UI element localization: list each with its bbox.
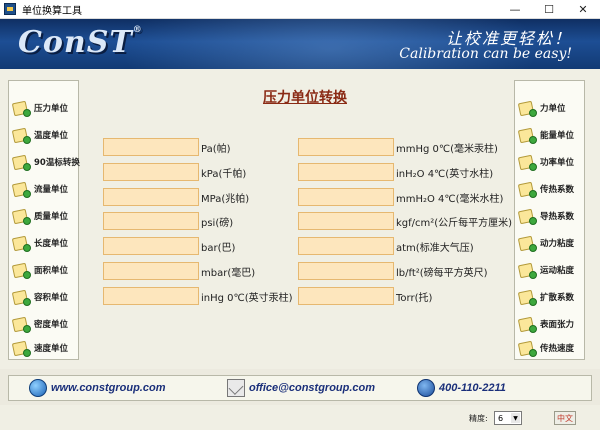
unit-category-icon <box>11 207 31 226</box>
email-link[interactable]: office@constgroup.com <box>227 379 375 397</box>
menu-force-units[interactable]: 力单位 <box>517 95 582 121</box>
unit-row-mmhg: mmHg 0℃(毫米汞柱) <box>298 138 498 156</box>
unit-category-icon <box>517 315 537 334</box>
unit-row-bar: bar(巴) <box>103 237 235 255</box>
menu-flow-units[interactable]: 流量单位 <box>11 176 76 202</box>
website-link[interactable]: www.constgroup.com <box>29 379 166 397</box>
menu-mass-units[interactable]: 质量单位 <box>11 203 76 229</box>
menu-speed-units[interactable]: 速度单位 <box>11 335 76 361</box>
status-bar: 精度: 6 ▼ 中文 <box>0 405 600 430</box>
unit-row-inh2o: inH₂O 4℃(英寸水柱) <box>298 163 493 181</box>
unit-category-icon <box>517 339 537 358</box>
maximize-button[interactable]: ☐ <box>532 0 566 19</box>
torr-input[interactable] <box>298 287 394 305</box>
mpa-input[interactable] <box>103 188 199 206</box>
right-unit-menu: 力单位 能量单位 功率单位 传热系数 导热系数 动力粘度 运动粘度 扩散系数 表… <box>514 80 585 360</box>
unit-row-inhg: inHg 0℃(英寸汞柱) <box>103 287 293 305</box>
unit-category-icon <box>517 288 537 307</box>
bar-input[interactable] <box>103 237 199 255</box>
menu-area-units[interactable]: 面积单位 <box>11 257 76 283</box>
unit-category-icon <box>11 99 31 118</box>
inhg-input[interactable] <box>103 287 199 305</box>
menu-dynamic-viscosity[interactable]: 动力粘度 <box>517 230 582 256</box>
unit-category-icon <box>11 180 31 199</box>
header-banner: ConST® 让校准更轻松！ Calibration can be easy! <box>0 19 600 69</box>
language-button[interactable]: 中文 <box>554 411 576 425</box>
menu-thermal-conductivity[interactable]: 导热系数 <box>517 203 582 229</box>
inh2o-input[interactable] <box>298 163 394 181</box>
lbft2-input[interactable] <box>298 262 394 280</box>
mmhg-input[interactable] <box>298 138 394 156</box>
slogan-english: Calibration can be easy! <box>399 46 572 62</box>
mmh2o-input[interactable] <box>298 188 394 206</box>
unit-category-icon <box>517 153 537 172</box>
minimize-button[interactable]: — <box>498 0 532 19</box>
menu-density-units[interactable]: 密度单位 <box>11 311 76 337</box>
main-area: 压力单位 温度单位 90温标转换 流量单位 质量单位 长度单位 面积单位 容积单… <box>0 69 600 369</box>
menu-energy-units[interactable]: 能量单位 <box>517 122 582 148</box>
menu-heat-transfer-coefficient[interactable]: 传热系数 <box>517 176 582 202</box>
unit-category-icon <box>11 339 31 358</box>
unit-row-pa: Pa(帕) <box>103 138 231 156</box>
const-logo: ConST® <box>18 25 143 60</box>
unit-row-lbft2: lb/ft²(磅每平方英尺) <box>298 262 488 280</box>
unit-category-icon <box>11 288 31 307</box>
unit-category-icon <box>11 153 31 172</box>
left-unit-menu: 压力单位 温度单位 90温标转换 流量单位 质量单位 长度单位 面积单位 容积单… <box>8 80 80 361</box>
unit-category-icon <box>517 234 537 253</box>
contact-bar: www.constgroup.com office@constgroup.com… <box>8 375 592 401</box>
menu-volume-units[interactable]: 容积单位 <box>11 284 76 310</box>
chevron-down-icon: ▼ <box>511 413 520 423</box>
window-title: 单位换算工具 <box>22 5 82 17</box>
psi-input[interactable] <box>103 212 199 230</box>
phone-number: 400-110-2211 <box>417 379 506 397</box>
pa-input[interactable] <box>103 138 199 156</box>
unit-row-psi: psi(磅) <box>103 212 233 230</box>
unit-row-mpa: MPa(兆帕) <box>103 188 249 206</box>
kpa-input[interactable] <box>103 163 199 181</box>
unit-row-atm: atm(标准大气压) <box>298 237 474 255</box>
menu-pressure-units[interactable]: 压力单位 <box>11 95 76 121</box>
menu-heat-transfer-rate[interactable]: 传热速度 <box>517 335 582 361</box>
window-controls: — ☐ ✕ <box>498 0 600 19</box>
unit-row-mmh2o: mmH₂O 4℃(毫米水柱) <box>298 188 503 206</box>
unit-category-icon <box>517 99 537 118</box>
menu-power-units[interactable]: 功率单位 <box>517 149 582 175</box>
close-button[interactable]: ✕ <box>566 0 600 19</box>
menu-surface-tension[interactable]: 表面张力 <box>517 311 582 337</box>
mail-icon <box>227 379 245 397</box>
unit-row-kpa: kPa(千帕) <box>103 163 246 181</box>
app-icon <box>4 3 16 15</box>
precision-label: 精度: <box>469 414 488 423</box>
unit-row-torr: Torr(托) <box>298 287 432 305</box>
unit-category-icon <box>11 234 31 253</box>
globe-icon <box>29 379 47 397</box>
unit-category-icon <box>517 207 537 226</box>
unit-row-kgfcm2: kgf/cm²(公斤每平方厘米) <box>298 212 512 230</box>
converter-title: 压力单位转换 <box>263 90 347 106</box>
unit-category-icon <box>517 261 537 280</box>
window-title-bar: 单位换算工具 — ☐ ✕ <box>0 0 600 19</box>
menu-diffusion-coefficient[interactable]: 扩散系数 <box>517 284 582 310</box>
unit-category-icon <box>11 261 31 280</box>
menu-its90-conversion[interactable]: 90温标转换 <box>11 149 80 175</box>
menu-kinematic-viscosity[interactable]: 运动粘度 <box>517 257 582 283</box>
unit-category-icon <box>11 315 31 334</box>
phone-icon <box>417 379 435 397</box>
atm-input[interactable] <box>298 237 394 255</box>
kgfcm2-input[interactable] <box>298 212 394 230</box>
menu-temperature-units[interactable]: 温度单位 <box>11 122 76 148</box>
unit-row-mbar: mbar(毫巴) <box>103 262 255 280</box>
mbar-input[interactable] <box>103 262 199 280</box>
unit-category-icon <box>517 180 537 199</box>
unit-category-icon <box>11 126 31 145</box>
unit-category-icon <box>517 126 537 145</box>
menu-length-units[interactable]: 长度单位 <box>11 230 76 256</box>
precision-select[interactable]: 6 ▼ <box>494 411 522 425</box>
footer: www.constgroup.com office@constgroup.com… <box>0 369 600 405</box>
